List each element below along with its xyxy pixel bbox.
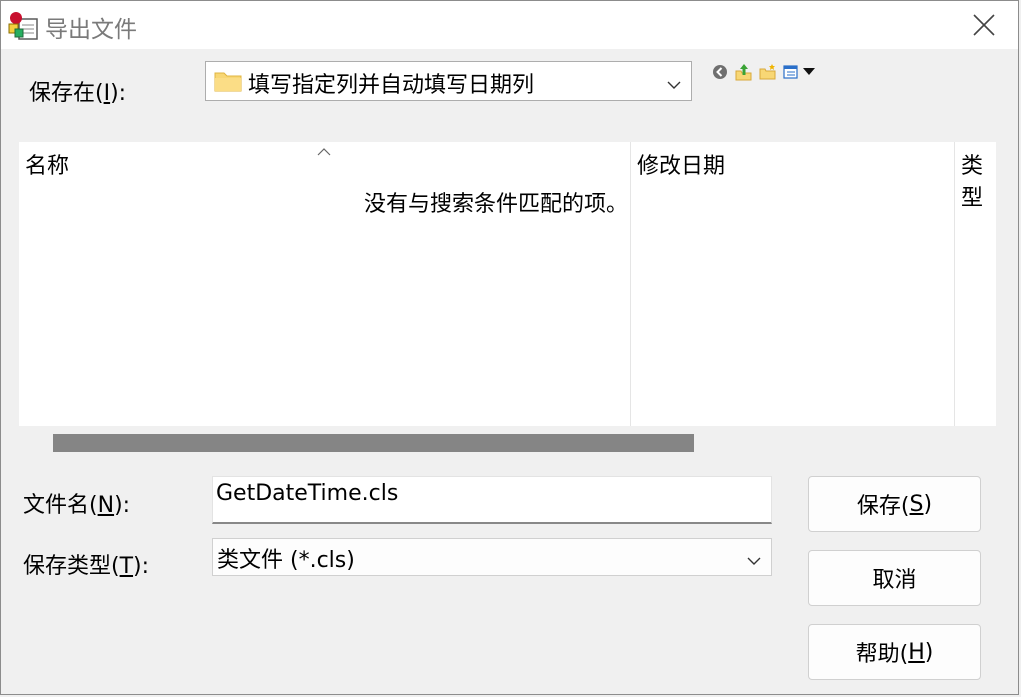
- column-header-type[interactable]: 类型: [961, 148, 996, 212]
- lookin-label: 保存在(I):: [29, 81, 127, 106]
- view-menu-button[interactable]: [783, 63, 817, 81]
- app-icon: [7, 9, 39, 41]
- back-icon: [713, 65, 727, 79]
- new-folder-button[interactable]: [759, 63, 777, 81]
- cancel-button[interactable]: 取消: [808, 550, 981, 606]
- chevron-down-icon: [747, 551, 761, 570]
- column-divider[interactable]: [630, 142, 631, 426]
- close-icon: [973, 14, 995, 36]
- filename-label: 文件名(N):: [23, 493, 131, 518]
- lookin-dropdown[interactable]: 填写指定列并自动填写日期列: [205, 61, 692, 101]
- column-header-modified[interactable]: 修改日期: [637, 148, 725, 180]
- filetype-dropdown[interactable]: 类文件 (*.cls): [212, 538, 772, 576]
- save-button[interactable]: 保存(S): [808, 476, 981, 532]
- up-folder-button[interactable]: [735, 63, 753, 81]
- column-header-name[interactable]: 名称: [25, 148, 69, 180]
- column-divider[interactable]: [954, 142, 955, 426]
- filename-field[interactable]: [212, 476, 772, 524]
- help-button[interactable]: 帮助(H): [808, 624, 981, 680]
- sort-ascending-icon: [317, 142, 331, 161]
- view-menu-icon: [783, 65, 815, 79]
- filetype-value: 类文件 (*.cls): [217, 548, 355, 573]
- close-button[interactable]: [950, 1, 1018, 49]
- new-folder-icon: [759, 64, 776, 80]
- empty-message: 没有与搜索条件匹配的项。: [364, 192, 629, 217]
- export-file-dialog: 导出文件 保存在(I): 填写指定列并自动填写日期列 名称 修改日期 类型 没有…: [0, 0, 1019, 695]
- chevron-down-icon: [667, 75, 681, 94]
- back-button[interactable]: [711, 63, 729, 81]
- title-bar: 导出文件: [1, 1, 1018, 49]
- filetype-label: 保存类型(T):: [23, 554, 150, 579]
- folder-icon: [214, 69, 242, 97]
- up-folder-icon: [735, 64, 752, 81]
- filename-input[interactable]: [216, 481, 756, 506]
- lookin-value: 填写指定列并自动填写日期列: [248, 73, 535, 98]
- scrollbar-thumb[interactable]: [53, 434, 694, 452]
- horizontal-scrollbar[interactable]: [19, 427, 996, 457]
- file-list[interactable]: 名称 修改日期 类型 没有与搜索条件匹配的项。: [19, 142, 996, 426]
- dialog-title: 导出文件: [45, 17, 137, 43]
- dialog-toolbar: [711, 63, 817, 81]
